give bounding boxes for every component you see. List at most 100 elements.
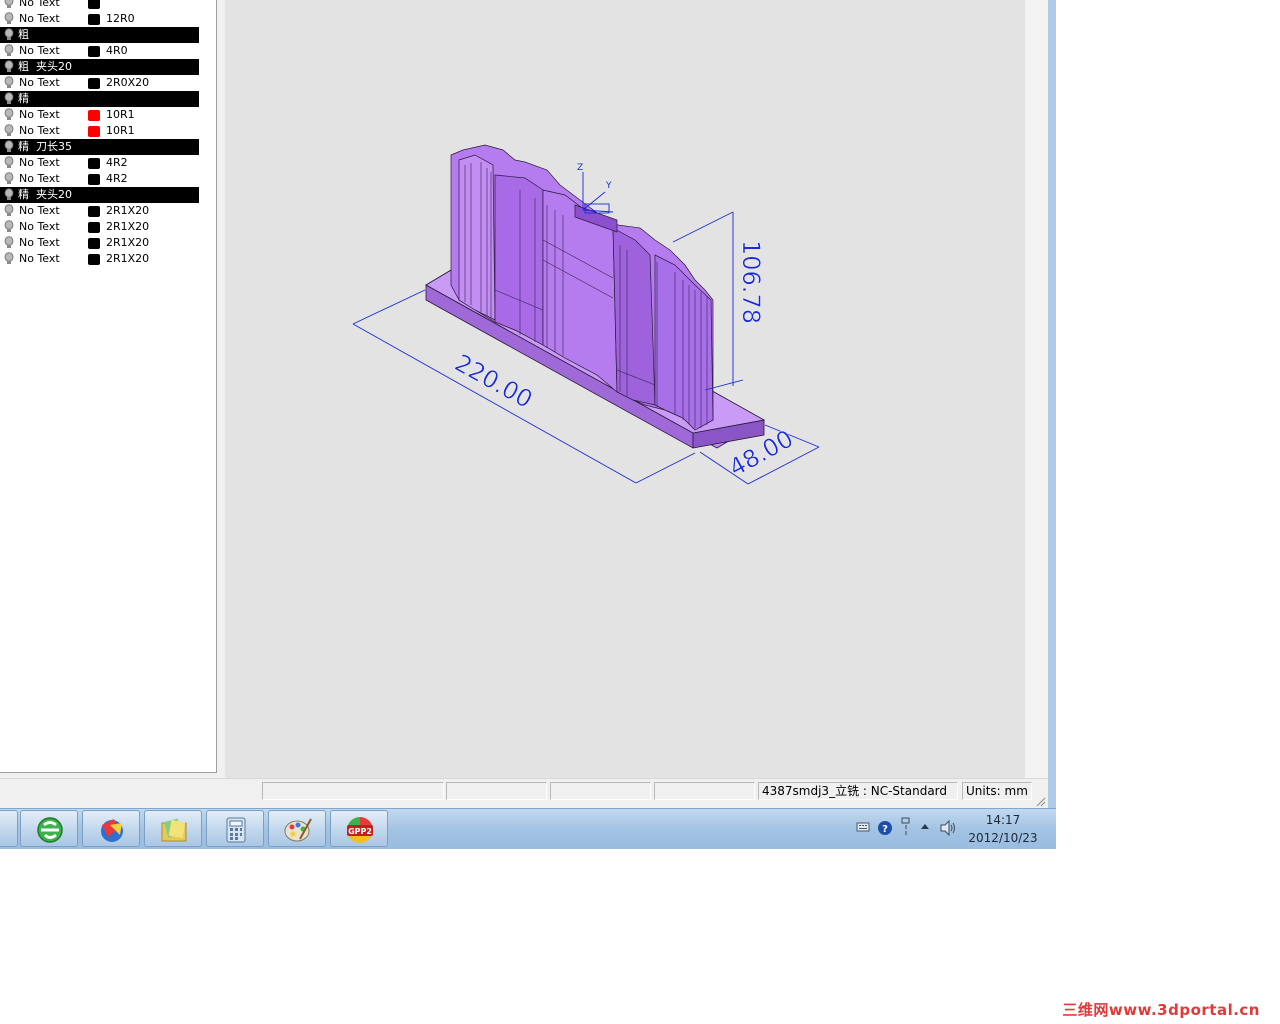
lightbulb-icon[interactable] bbox=[4, 236, 14, 250]
taskbar-button-calculator[interactable] bbox=[206, 810, 264, 847]
clock-date[interactable]: 2012/10/23 bbox=[967, 831, 1039, 845]
lightbulb-icon[interactable] bbox=[4, 60, 14, 74]
layer-item-label: No Text bbox=[19, 124, 60, 137]
layer-item-row[interactable]: No Text 4R2 bbox=[0, 171, 199, 187]
model-view: 220.00 106.78 48.00 Z Y bbox=[352, 144, 820, 485]
layer-group-label: 精 夹头20 bbox=[18, 188, 72, 201]
dim-length-label: 220.00 bbox=[450, 349, 537, 414]
layer-item-label: No Text bbox=[19, 76, 60, 89]
lightbulb-icon[interactable] bbox=[4, 0, 14, 10]
layer-tool-name: 4R2 bbox=[106, 156, 128, 169]
lightbulb-icon[interactable] bbox=[4, 108, 14, 122]
layer-item-row[interactable]: No Text 2R1X20 bbox=[0, 235, 199, 251]
taskbar-button-start-edge[interactable] bbox=[0, 810, 18, 847]
layer-color-swatch[interactable] bbox=[88, 206, 100, 217]
layer-tree: No Text No Text 12R0 粗 No Text 4R0 粗 夹头20 No Te… bbox=[0, 0, 217, 773]
resize-grip-icon[interactable] bbox=[1034, 795, 1046, 807]
layer-item-row[interactable]: No Text 2R1X20 bbox=[0, 219, 199, 235]
layer-group-label: 精 bbox=[18, 92, 29, 105]
lightbulb-icon[interactable] bbox=[4, 188, 14, 202]
lightbulb-icon[interactable] bbox=[4, 76, 14, 90]
layer-tool-name: 12R0 bbox=[106, 12, 135, 25]
taskbar-button-gpp2[interactable]: GPP2 bbox=[330, 810, 388, 847]
lightbulb-icon[interactable] bbox=[4, 44, 14, 58]
lightbulb-icon[interactable] bbox=[4, 156, 14, 170]
layer-color-swatch[interactable] bbox=[88, 126, 100, 137]
layer-item-label: No Text bbox=[19, 252, 60, 265]
layer-item-label: No Text bbox=[19, 108, 60, 121]
layer-item-row[interactable]: No Text bbox=[0, 0, 199, 11]
layer-color-swatch[interactable] bbox=[88, 222, 100, 233]
ie-icon bbox=[37, 817, 63, 843]
calculator-icon bbox=[226, 817, 246, 843]
layer-item-row[interactable]: No Text 4R0 bbox=[0, 43, 199, 59]
taskbar-button-ie[interactable] bbox=[20, 810, 78, 847]
layer-tool-name: 2R1X20 bbox=[106, 220, 150, 233]
layer-group-row[interactable]: 粗 bbox=[0, 27, 199, 43]
layer-color-swatch[interactable] bbox=[88, 14, 100, 25]
layer-tool-name: 4R2 bbox=[106, 172, 128, 185]
layer-tool-name: 10R1 bbox=[106, 124, 135, 137]
layer-group-row[interactable]: 精 刀长35 bbox=[0, 139, 199, 155]
layer-item-label: No Text bbox=[19, 12, 60, 25]
layer-item-row[interactable]: No Text 10R1 bbox=[0, 107, 199, 123]
layer-item-row[interactable]: No Text 12R0 bbox=[0, 11, 199, 27]
taskbar-button-app[interactable] bbox=[82, 810, 140, 847]
network-icon[interactable] bbox=[900, 817, 912, 837]
layer-color-swatch[interactable] bbox=[88, 78, 100, 89]
layer-tool-name: 2R1X20 bbox=[106, 252, 150, 265]
lightbulb-icon[interactable] bbox=[4, 204, 14, 218]
taskbar-button-paint[interactable] bbox=[268, 810, 326, 847]
axis-triad bbox=[582, 172, 614, 214]
taskbar-button-explorer[interactable] bbox=[144, 810, 202, 847]
layer-tool-name: 2R1X20 bbox=[106, 204, 150, 217]
status-bar: 4387smdj3_立铣 : NC-Standard Units: mm bbox=[0, 778, 1048, 809]
status-cell bbox=[654, 782, 755, 800]
show-hidden-icons-icon[interactable] bbox=[920, 820, 930, 832]
lightbulb-icon[interactable] bbox=[4, 12, 14, 26]
status-cell bbox=[262, 782, 444, 800]
status-units: Units: mm bbox=[962, 782, 1032, 800]
layer-tool-name: 2R0X20 bbox=[106, 76, 150, 89]
keyboard-icon[interactable] bbox=[856, 820, 870, 834]
layer-color-swatch[interactable] bbox=[88, 174, 100, 185]
clock-time[interactable]: 14:17 bbox=[967, 813, 1039, 827]
layer-group-row[interactable]: 精 夹头20 bbox=[0, 187, 199, 203]
layer-color-swatch[interactable] bbox=[88, 0, 100, 9]
lightbulb-icon[interactable] bbox=[4, 28, 14, 42]
svg-text:?: ? bbox=[882, 824, 888, 835]
layer-group-label: 粗 bbox=[18, 28, 29, 41]
layer-color-swatch[interactable] bbox=[88, 46, 100, 57]
layer-color-swatch[interactable] bbox=[88, 158, 100, 169]
layer-color-swatch[interactable] bbox=[88, 254, 100, 265]
layer-tool-name: 10R1 bbox=[106, 108, 135, 121]
lightbulb-icon[interactable] bbox=[4, 252, 14, 266]
lightbulb-icon[interactable] bbox=[4, 124, 14, 138]
layer-item-label: No Text bbox=[19, 204, 60, 217]
layer-panel-frame: No Text No Text 12R0 粗 No Text 4R0 粗 夹头20 No Te… bbox=[0, 0, 225, 780]
layer-item-row[interactable]: No Text 10R1 bbox=[0, 123, 199, 139]
volume-icon[interactable] bbox=[940, 820, 958, 836]
layer-item-row[interactable]: No Text 2R1X20 bbox=[0, 251, 199, 267]
layer-color-swatch[interactable] bbox=[88, 110, 100, 121]
lightbulb-icon[interactable] bbox=[4, 140, 14, 154]
status-cell bbox=[550, 782, 651, 800]
help-icon[interactable]: ? bbox=[877, 820, 893, 836]
graphics-viewport[interactable]: 220.00 106.78 48.00 Z Y bbox=[225, 0, 1025, 778]
layer-item-row[interactable]: No Text 2R0X20 bbox=[0, 75, 199, 91]
layer-item-label: No Text bbox=[19, 236, 60, 249]
axis-y-label: Y bbox=[605, 181, 612, 191]
paint-icon bbox=[284, 818, 312, 842]
layer-item-row[interactable]: No Text 4R2 bbox=[0, 155, 199, 171]
lightbulb-icon[interactable] bbox=[4, 92, 14, 106]
status-document: 4387smdj3_立铣 : NC-Standard bbox=[758, 782, 958, 800]
lightbulb-icon[interactable] bbox=[4, 220, 14, 234]
layer-color-swatch[interactable] bbox=[88, 238, 100, 249]
layer-group-label: 粗 夹头20 bbox=[18, 60, 72, 73]
layer-group-row[interactable]: 精 bbox=[0, 91, 199, 107]
layer-group-row[interactable]: 粗 夹头20 bbox=[0, 59, 199, 75]
gpp2-icon: GPP2 bbox=[347, 817, 373, 843]
lightbulb-icon[interactable] bbox=[4, 172, 14, 186]
layer-item-row[interactable]: No Text 2R1X20 bbox=[0, 203, 199, 219]
layer-tool-name: 2R1X20 bbox=[106, 236, 150, 249]
